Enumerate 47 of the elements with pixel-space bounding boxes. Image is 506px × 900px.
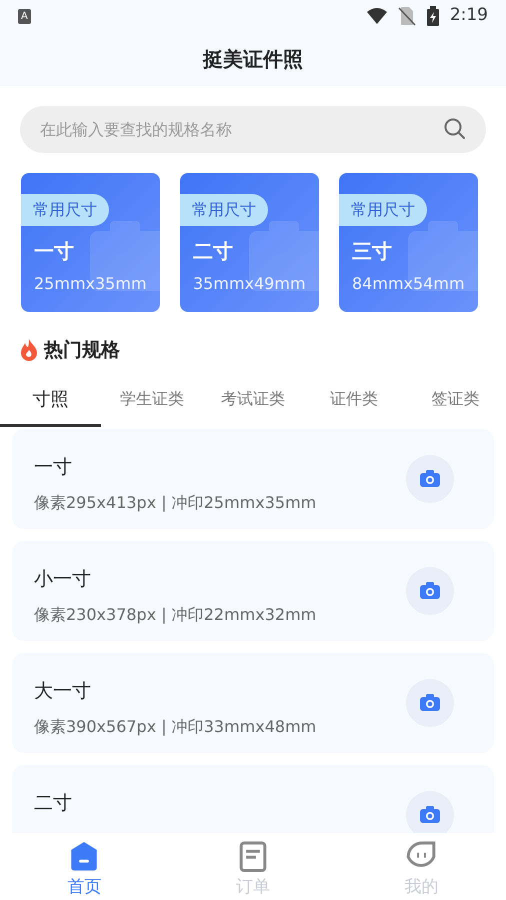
size-name: 一寸 [34, 238, 75, 265]
search-field[interactable]: 在此输入要查找的规格名称 [20, 106, 486, 153]
spec-detail: 像素295x413px | 冲印25mmx35mm [34, 492, 318, 514]
size-name: 二寸 [193, 238, 234, 265]
size-dimensions: 84mmx54mm [352, 273, 466, 295]
size-name: 三寸 [352, 238, 393, 265]
camera-button[interactable] [406, 678, 454, 726]
camera-button[interactable] [406, 454, 454, 502]
category-tab[interactable]: 考试证类 [202, 374, 304, 426]
spec-detail: 像素230x378px | 冲印22mmx32mm [34, 604, 318, 626]
spec-card[interactable]: 小一寸 像素230x378px | 冲印22mmx32mm [12, 540, 494, 640]
size-tag: 常用尺寸 [21, 194, 109, 226]
status-time: 2:19 [450, 4, 488, 28]
no-sim-icon [398, 6, 416, 26]
flame-icon [20, 338, 38, 362]
spec-name: 小一寸 [34, 566, 92, 592]
battery-charging-icon [426, 6, 440, 26]
camera-button[interactable] [406, 566, 454, 614]
size-card[interactable]: 常用尺寸 二寸 35mmx49mm [180, 173, 319, 312]
search-icon [444, 118, 466, 140]
spec-card[interactable]: 二寸 [12, 764, 494, 833]
spec-name: 二寸 [34, 790, 73, 816]
camera-icon [419, 581, 441, 600]
spec-card[interactable]: 大一寸 像素390x567px | 冲印33mmx48mm [12, 652, 494, 752]
category-tab[interactable]: 学生证类 [101, 374, 202, 426]
nav-tab[interactable]: 首页 [0, 833, 169, 900]
spec-card[interactable]: 一寸 像素295x413px | 冲印25mmx35mm [12, 428, 494, 528]
camera-icon [419, 693, 441, 712]
camera-button[interactable] [406, 790, 454, 833]
app-notification-icon: A [18, 8, 31, 24]
size-tag: 常用尺寸 [339, 194, 427, 226]
section-title: 热门规格 [44, 338, 120, 363]
spec-name: 大一寸 [34, 678, 92, 704]
size-card[interactable]: 常用尺寸 三寸 84mmx54mm [339, 173, 478, 312]
page-title: 挺美证件照 [203, 46, 303, 73]
size-tag: 常用尺寸 [180, 194, 268, 226]
document-icon [237, 841, 269, 872]
wifi-icon [366, 7, 388, 25]
category-tab[interactable]: 证件类 [304, 374, 405, 426]
camera-icon [419, 469, 441, 488]
spec-name: 一寸 [34, 454, 73, 480]
size-card[interactable]: 常用尺寸 一寸 25mmx35mm [21, 173, 160, 312]
spec-detail: 像素390x567px | 冲印33mmx48mm [34, 716, 318, 738]
size-dimensions: 35mmx49mm [193, 273, 307, 295]
size-dimensions: 25mmx35mm [34, 273, 148, 295]
camera-icon [419, 805, 441, 824]
category-tab[interactable]: 签证类 [404, 374, 506, 426]
